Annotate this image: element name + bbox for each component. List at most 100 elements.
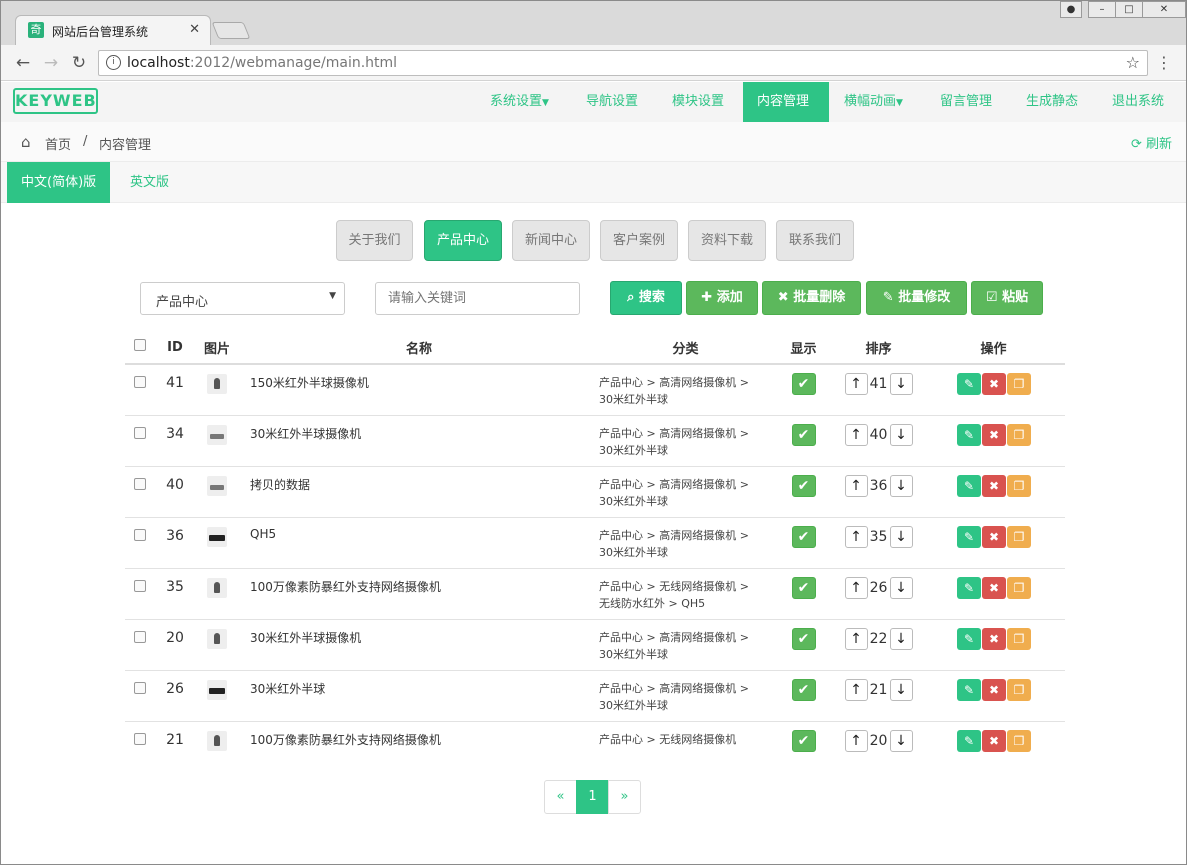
move-down-arrow-icon[interactable]: ↓ (889, 474, 913, 497)
edit-pencil-icon[interactable]: ✎ (957, 729, 981, 752)
edit-pencil-icon[interactable]: ✎ (957, 627, 981, 650)
nav-content-management[interactable]: 内容管理 (743, 82, 829, 122)
home-icon[interactable]: ⌂ (21, 133, 31, 151)
row-name[interactable]: 拷贝的数据 (250, 476, 310, 493)
display-toggle-check-icon[interactable]: ✔ (791, 423, 816, 446)
nav-messages[interactable]: 留言管理 (926, 82, 1006, 122)
copy-icon[interactable]: ❐ (1007, 474, 1031, 497)
info-icon[interactable]: i (106, 55, 121, 70)
edit-pencil-icon[interactable]: ✎ (957, 576, 981, 599)
move-up-arrow-icon[interactable]: ↑ (844, 678, 868, 701)
browser-tab[interactable]: 奇 网站后台管理系统 ✕ (15, 15, 211, 45)
category-contact[interactable]: 联系我们 (776, 220, 854, 261)
edit-pencil-icon[interactable]: ✎ (957, 373, 981, 395)
display-toggle-check-icon[interactable]: ✔ (791, 729, 816, 752)
paste-button[interactable]: ☑ 粘贴 (971, 281, 1043, 315)
row-name[interactable]: 150米红外半球摄像机 (250, 374, 369, 391)
move-down-arrow-icon[interactable]: ↓ (889, 373, 913, 395)
edit-pencil-icon[interactable]: ✎ (957, 474, 981, 497)
category-about[interactable]: 关于我们 (336, 220, 413, 261)
row-checkbox[interactable] (134, 376, 146, 388)
display-toggle-check-icon[interactable]: ✔ (791, 678, 816, 701)
move-down-arrow-icon[interactable]: ↓ (889, 525, 913, 548)
row-checkbox[interactable] (134, 681, 146, 694)
delete-x-icon[interactable]: ✖ (982, 576, 1006, 599)
bookmark-star-icon[interactable]: ☆ (1126, 53, 1140, 72)
nav-navigation-settings[interactable]: 导航设置 (572, 82, 652, 122)
nav-system-settings[interactable]: 系统设置▼ (476, 82, 563, 122)
next-page-button[interactable]: » (608, 780, 641, 814)
copy-icon[interactable]: ❐ (1007, 576, 1031, 599)
category-downloads[interactable]: 资料下载 (688, 220, 766, 261)
row-name[interactable]: 30米红外半球摄像机 (250, 425, 361, 442)
row-name[interactable]: QH5 (250, 527, 276, 541)
display-toggle-check-icon[interactable]: ✔ (791, 373, 816, 395)
user-icon[interactable]: ● (1060, 1, 1082, 18)
edit-pencil-icon[interactable]: ✎ (957, 678, 981, 701)
new-tab-button[interactable] (211, 22, 251, 39)
copy-icon[interactable]: ❐ (1007, 678, 1031, 701)
add-button[interactable]: ✚ 添加 (686, 281, 758, 315)
batch-delete-button[interactable]: ✖ 批量删除 (762, 281, 861, 315)
copy-icon[interactable]: ❐ (1007, 373, 1031, 395)
delete-x-icon[interactable]: ✖ (982, 729, 1006, 752)
browser-menu-icon[interactable]: ⋮ (1156, 53, 1172, 72)
delete-x-icon[interactable]: ✖ (982, 474, 1006, 497)
close-window-button[interactable]: ✕ (1142, 1, 1186, 18)
row-name[interactable]: 30米红外半球摄像机 (250, 629, 361, 646)
tab-english[interactable]: 英文版 (116, 162, 183, 203)
move-down-arrow-icon[interactable]: ↓ (889, 627, 913, 650)
back-icon[interactable]: ← (12, 52, 34, 74)
move-down-arrow-icon[interactable]: ↓ (889, 729, 913, 752)
category-select[interactable]: 产品中心 ▼ (140, 282, 345, 315)
tab-chinese[interactable]: 中文(简体)版 (7, 162, 111, 203)
edit-pencil-icon[interactable]: ✎ (957, 525, 981, 548)
copy-icon[interactable]: ❐ (1007, 729, 1031, 752)
minimize-button[interactable]: – (1088, 1, 1116, 18)
move-up-arrow-icon[interactable]: ↑ (844, 525, 868, 548)
move-up-arrow-icon[interactable]: ↑ (844, 627, 868, 650)
row-checkbox[interactable] (134, 426, 146, 439)
page-1-button[interactable]: 1 (576, 780, 609, 814)
delete-x-icon[interactable]: ✖ (982, 627, 1006, 650)
move-down-arrow-icon[interactable]: ↓ (889, 423, 913, 446)
maximize-button[interactable]: □ (1115, 1, 1143, 18)
display-toggle-check-icon[interactable]: ✔ (791, 474, 816, 497)
move-up-arrow-icon[interactable]: ↑ (844, 423, 868, 446)
move-up-arrow-icon[interactable]: ↑ (844, 576, 868, 599)
move-up-arrow-icon[interactable]: ↑ (844, 729, 868, 752)
nav-logout[interactable]: 退出系统 (1098, 82, 1178, 122)
breadcrumb-home[interactable]: 首页 (45, 134, 71, 153)
row-checkbox[interactable] (134, 732, 146, 745)
nav-module-settings[interactable]: 模块设置 (658, 82, 738, 122)
row-checkbox[interactable] (134, 528, 146, 541)
category-news[interactable]: 新闻中心 (512, 220, 590, 261)
move-down-arrow-icon[interactable]: ↓ (889, 576, 913, 599)
display-toggle-check-icon[interactable]: ✔ (791, 525, 816, 548)
move-up-arrow-icon[interactable]: ↑ (844, 474, 868, 497)
move-up-arrow-icon[interactable]: ↑ (844, 373, 868, 395)
edit-pencil-icon[interactable]: ✎ (957, 423, 981, 446)
category-cases[interactable]: 客户案例 (600, 220, 678, 261)
category-products[interactable]: 产品中心 (424, 220, 502, 261)
address-bar[interactable]: i localhost:2012/webmanage/main.html ☆ (98, 50, 1148, 76)
display-toggle-check-icon[interactable]: ✔ (791, 576, 816, 599)
copy-icon[interactable]: ❐ (1007, 525, 1031, 548)
delete-x-icon[interactable]: ✖ (982, 678, 1006, 701)
refresh-button[interactable]: ⟳ 刷新 (1131, 133, 1172, 152)
reload-icon[interactable]: ↻ (68, 52, 90, 74)
batch-edit-button[interactable]: ✎ 批量修改 (866, 281, 967, 315)
row-name[interactable]: 100万像素防暴红外支持网络摄像机 (250, 731, 441, 748)
copy-icon[interactable]: ❐ (1007, 627, 1031, 650)
move-down-arrow-icon[interactable]: ↓ (889, 678, 913, 701)
close-tab-icon[interactable]: ✕ (189, 22, 200, 37)
copy-icon[interactable]: ❐ (1007, 423, 1031, 446)
prev-page-button[interactable]: « (544, 780, 577, 814)
row-checkbox[interactable] (134, 630, 146, 643)
nav-banner-animation[interactable]: 横幅动画▼ (830, 82, 917, 122)
delete-x-icon[interactable]: ✖ (982, 373, 1006, 395)
row-checkbox[interactable] (134, 579, 146, 592)
delete-x-icon[interactable]: ✖ (982, 423, 1006, 446)
delete-x-icon[interactable]: ✖ (982, 525, 1006, 548)
select-all-checkbox[interactable] (134, 339, 146, 351)
